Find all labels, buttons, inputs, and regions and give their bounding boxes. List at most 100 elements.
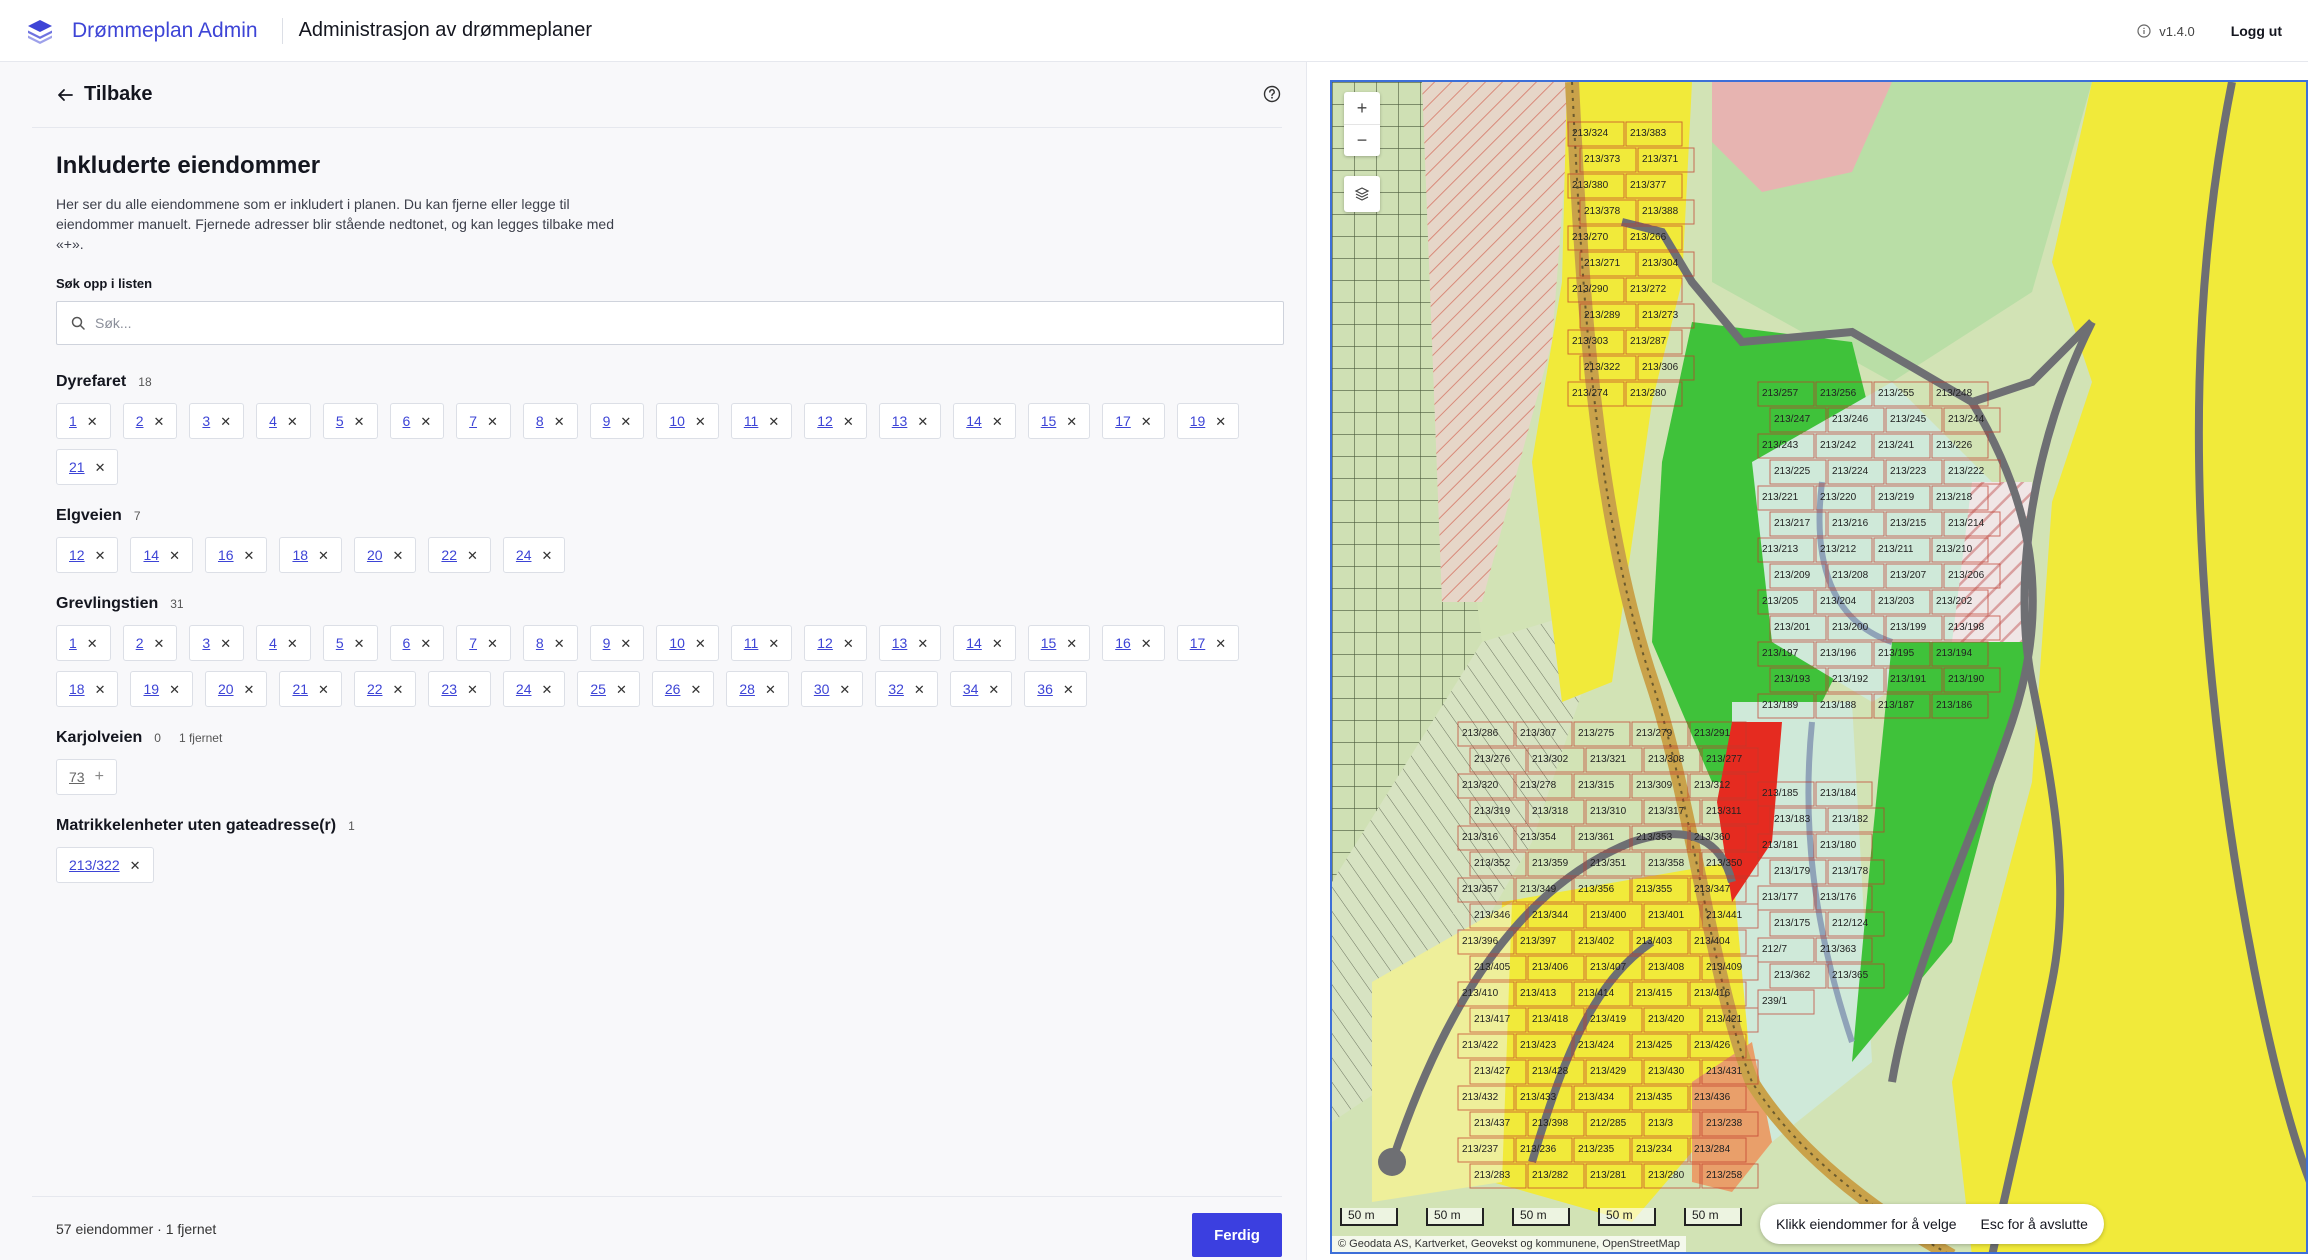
remove-icon[interactable]: ✕ (843, 415, 854, 428)
remove-icon[interactable]: ✕ (695, 637, 706, 650)
search-input[interactable] (95, 315, 1195, 331)
remove-icon[interactable]: ✕ (1141, 637, 1152, 650)
address-link[interactable]: 12 (817, 413, 833, 429)
address-link[interactable]: 13 (892, 635, 908, 651)
address-link[interactable]: 5 (336, 635, 344, 651)
remove-icon[interactable]: ✕ (220, 415, 231, 428)
add-back-icon[interactable]: + (95, 769, 104, 785)
help-icon[interactable] (1262, 84, 1282, 104)
address-link[interactable]: 73 (69, 769, 85, 785)
remove-icon[interactable]: ✕ (87, 415, 98, 428)
remove-icon[interactable]: ✕ (393, 683, 404, 696)
remove-icon[interactable]: ✕ (220, 637, 231, 650)
address-link[interactable]: 3 (202, 635, 210, 651)
remove-icon[interactable]: ✕ (130, 859, 141, 872)
search-field[interactable] (56, 301, 1284, 345)
remove-icon[interactable]: ✕ (154, 637, 165, 650)
address-link[interactable]: 25 (590, 681, 606, 697)
remove-icon[interactable]: ✕ (420, 415, 431, 428)
address-link[interactable]: 11 (744, 413, 759, 429)
back-button[interactable]: Tilbake (56, 83, 153, 106)
remove-icon[interactable]: ✕ (1066, 415, 1077, 428)
address-link[interactable]: 22 (367, 681, 383, 697)
remove-icon[interactable]: ✕ (487, 637, 498, 650)
remove-icon[interactable]: ✕ (1215, 637, 1226, 650)
address-link[interactable]: 4 (269, 413, 277, 429)
remove-icon[interactable]: ✕ (988, 683, 999, 696)
address-link[interactable]: 8 (536, 413, 544, 429)
address-link[interactable]: 1 (69, 635, 77, 651)
remove-icon[interactable]: ✕ (843, 637, 854, 650)
zoom-in-button[interactable]: + (1344, 92, 1380, 124)
remove-icon[interactable]: ✕ (467, 549, 478, 562)
address-link[interactable]: 17 (1115, 413, 1131, 429)
address-link[interactable]: 16 (1115, 635, 1131, 651)
remove-icon[interactable]: ✕ (487, 415, 498, 428)
address-link[interactable]: 18 (292, 547, 308, 563)
address-link[interactable]: 6 (403, 413, 411, 429)
address-link[interactable]: 19 (1190, 413, 1206, 429)
address-link[interactable]: 6 (403, 635, 411, 651)
remove-icon[interactable]: ✕ (169, 683, 180, 696)
map[interactable]: 213/324 213/383 213/373 213/371 213/380 213/3… (1330, 80, 2308, 1254)
address-link[interactable]: 12 (69, 547, 85, 563)
remove-icon[interactable]: ✕ (917, 637, 928, 650)
address-link[interactable]: 21 (292, 681, 308, 697)
address-link[interactable]: 11 (744, 635, 759, 651)
address-link[interactable]: 14 (966, 635, 982, 651)
address-link[interactable]: 10 (669, 635, 685, 651)
remove-icon[interactable]: ✕ (420, 637, 431, 650)
remove-icon[interactable]: ✕ (768, 637, 779, 650)
remove-icon[interactable]: ✕ (554, 415, 565, 428)
address-link[interactable]: 12 (817, 635, 833, 651)
address-link[interactable]: 30 (814, 681, 830, 697)
address-link[interactable]: 2 (136, 413, 144, 429)
address-link[interactable]: 7 (469, 635, 477, 651)
address-link[interactable]: 213/322 (69, 857, 120, 873)
address-link[interactable]: 2 (136, 635, 144, 651)
remove-icon[interactable]: ✕ (620, 415, 631, 428)
brand[interactable]: Drømmeplan Admin (26, 17, 258, 45)
remove-icon[interactable]: ✕ (1141, 415, 1152, 428)
address-link[interactable]: 23 (441, 681, 457, 697)
address-link[interactable]: 8 (536, 635, 544, 651)
remove-icon[interactable]: ✕ (354, 415, 365, 428)
remove-icon[interactable]: ✕ (87, 637, 98, 650)
remove-icon[interactable]: ✕ (992, 415, 1003, 428)
remove-icon[interactable]: ✕ (318, 549, 329, 562)
address-link[interactable]: 32 (888, 681, 904, 697)
remove-icon[interactable]: ✕ (1066, 637, 1077, 650)
address-link[interactable]: 9 (603, 413, 611, 429)
remove-icon[interactable]: ✕ (917, 415, 928, 428)
remove-icon[interactable]: ✕ (467, 683, 478, 696)
logout-button[interactable]: Logg ut (2231, 23, 2282, 39)
remove-icon[interactable]: ✕ (287, 637, 298, 650)
address-link[interactable]: 10 (669, 413, 685, 429)
address-link[interactable]: 21 (69, 459, 85, 475)
remove-icon[interactable]: ✕ (287, 415, 298, 428)
remove-icon[interactable]: ✕ (992, 637, 1003, 650)
remove-icon[interactable]: ✕ (839, 683, 850, 696)
remove-icon[interactable]: ✕ (244, 683, 255, 696)
remove-icon[interactable]: ✕ (1063, 683, 1074, 696)
address-link[interactable]: 17 (1190, 635, 1206, 651)
layers-button[interactable] (1344, 176, 1380, 212)
address-link[interactable]: 36 (1037, 681, 1053, 697)
remove-icon[interactable]: ✕ (393, 549, 404, 562)
remove-icon[interactable]: ✕ (914, 683, 925, 696)
address-link[interactable]: 19 (143, 681, 159, 697)
address-link[interactable]: 22 (441, 547, 457, 563)
address-link[interactable]: 3 (202, 413, 210, 429)
address-link[interactable]: 14 (143, 547, 159, 563)
map-canvas[interactable]: 213/324 213/383 213/373 213/371 213/380 213/3… (1332, 82, 2308, 1254)
done-button[interactable]: Ferdig (1192, 1213, 1282, 1257)
address-link[interactable]: 34 (963, 681, 979, 697)
address-link[interactable]: 16 (218, 547, 234, 563)
address-link[interactable]: 4 (269, 635, 277, 651)
remove-icon[interactable]: ✕ (620, 637, 631, 650)
zoom-out-button[interactable]: − (1344, 124, 1380, 156)
remove-icon[interactable]: ✕ (95, 461, 106, 474)
address-link[interactable]: 20 (367, 547, 383, 563)
remove-icon[interactable]: ✕ (541, 549, 552, 562)
address-link[interactable]: 15 (1041, 635, 1057, 651)
